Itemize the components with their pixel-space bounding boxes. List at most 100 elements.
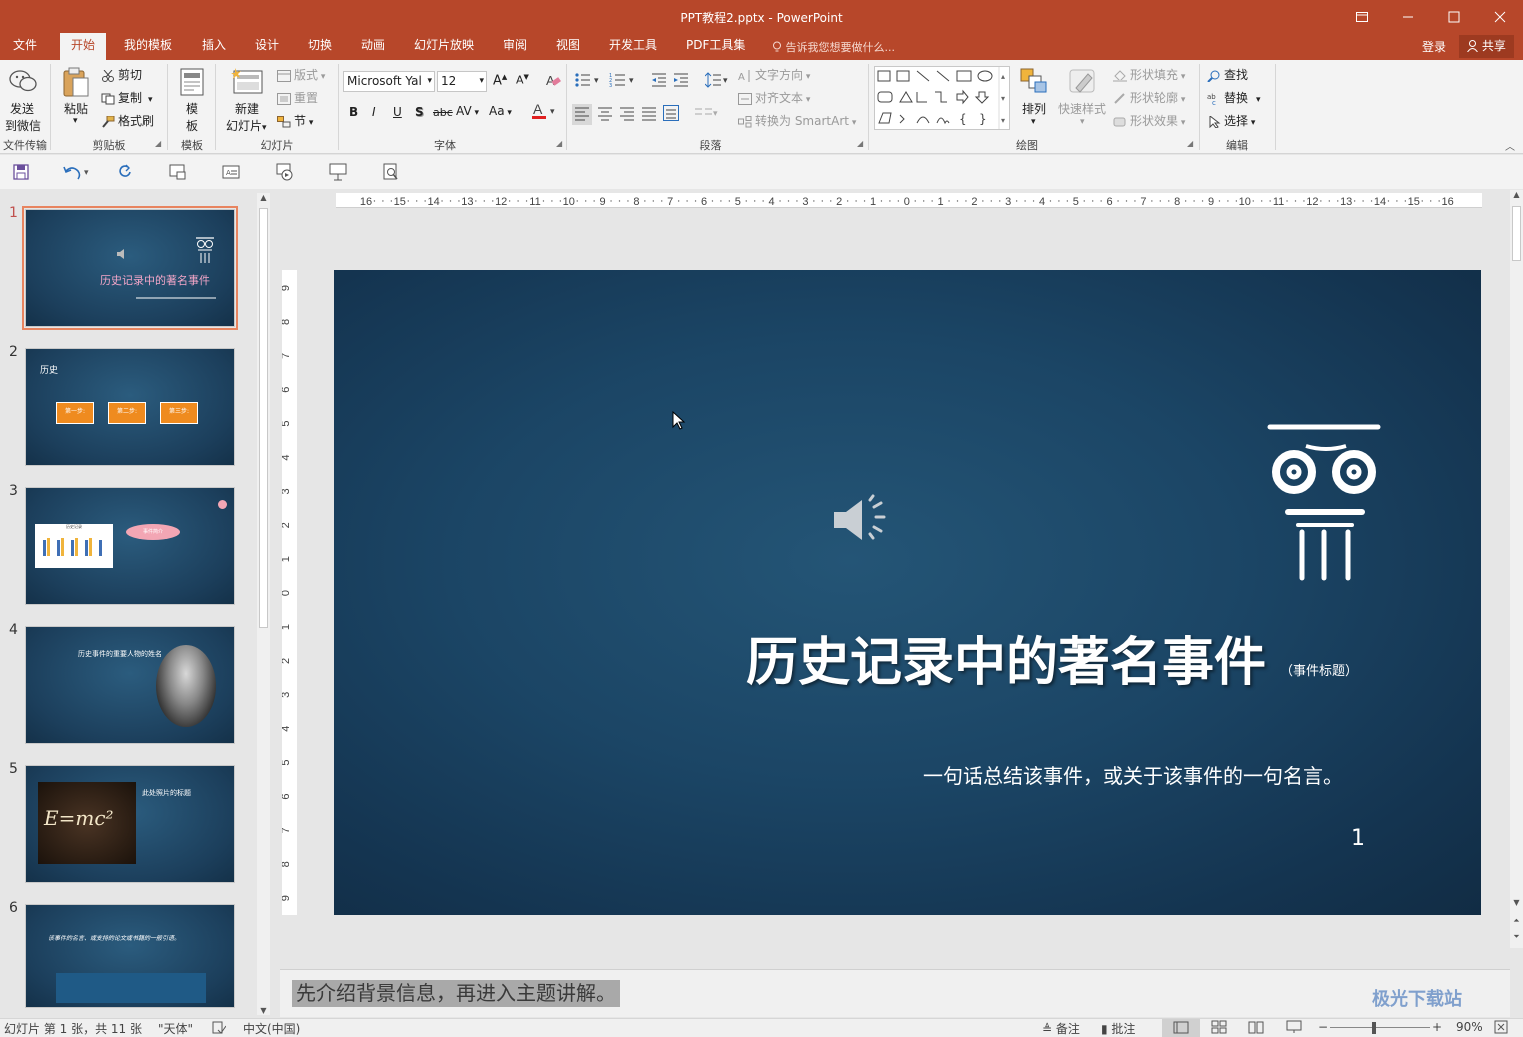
align-left-icon[interactable] xyxy=(572,104,592,125)
print-preview-icon[interactable] xyxy=(382,163,400,181)
slide-sorter-icon[interactable] xyxy=(1211,1020,1227,1037)
font-color-icon[interactable]: A ▾ xyxy=(531,101,559,123)
send-to-wechat-button[interactable]: 发送 到微信 xyxy=(5,100,41,134)
character-spacing-icon[interactable]: AV ▾ xyxy=(456,104,479,118)
text-box-icon[interactable]: A xyxy=(222,163,240,181)
zoom-slider[interactable] xyxy=(1330,1027,1430,1028)
zoom-out-icon[interactable]: − xyxy=(1318,1020,1328,1034)
underline-icon[interactable]: U xyxy=(393,105,402,119)
cut-button[interactable]: 剪切 xyxy=(101,66,142,83)
scroll-up-icon[interactable]: ▲ xyxy=(257,193,270,202)
format-painter-button[interactable]: 格式刷 xyxy=(101,112,154,129)
ribbon-display-options-icon[interactable] xyxy=(1339,0,1385,33)
notes-text[interactable]: 先介绍背景信息，再进入主题讲解。 xyxy=(292,980,620,1007)
tab-developer[interactable]: 开发工具 xyxy=(598,33,668,60)
fit-to-window-icon[interactable] xyxy=(1494,1020,1508,1037)
copy-button[interactable]: 复制 ▾ xyxy=(101,89,153,106)
decrease-indent-icon[interactable] xyxy=(651,72,667,91)
slide-canvas[interactable]: 历史记录中的著名事件 （事件标题） 一句话总结该事件，或关于该事件的一句名言。 … xyxy=(334,270,1481,915)
increase-font-size-icon[interactable]: A▲ xyxy=(493,73,507,88)
paste-dropdown-icon[interactable]: ▾ xyxy=(73,116,78,126)
select-button[interactable]: 选择 ▾ xyxy=(1207,112,1255,129)
increase-indent-icon[interactable] xyxy=(673,72,689,91)
replace-button[interactable]: ab c 替换 ▾ xyxy=(1207,89,1261,107)
scroll-down-icon[interactable]: ▼ xyxy=(257,1006,270,1015)
reset-button[interactable]: 重置 xyxy=(277,89,318,106)
slide-thumbnail-1[interactable]: 历史记录中的著名事件 xyxy=(22,206,238,330)
slide-title-note[interactable]: （事件标题） xyxy=(1280,660,1358,679)
tab-home[interactable]: 开始 xyxy=(60,33,107,60)
comments-button[interactable]: ▮ 批注 xyxy=(1101,1020,1135,1037)
minimize-icon[interactable] xyxy=(1385,0,1431,33)
undo-icon[interactable]: ▾ xyxy=(62,163,94,181)
align-text-button[interactable]: 对齐文本 ▾ xyxy=(738,89,810,106)
font-launcher-icon[interactable]: ◢ xyxy=(556,139,562,148)
slide-title[interactable]: 历史记录中的著名事件 xyxy=(746,620,1266,695)
font-name-dropdown-icon[interactable]: ▾ xyxy=(427,72,432,91)
template-icon[interactable] xyxy=(180,68,204,99)
tab-review[interactable]: 审阅 xyxy=(492,33,538,60)
bold-icon[interactable]: B xyxy=(349,105,358,119)
notes-pane[interactable]: 先介绍背景信息，再进入主题讲解。 xyxy=(280,969,1510,1017)
tab-view[interactable]: 视图 xyxy=(545,33,591,60)
font-name-select[interactable]: Microsoft Yal ▾ xyxy=(343,71,435,92)
normal-view-button[interactable] xyxy=(1162,1019,1200,1037)
new-slide-icon[interactable] xyxy=(231,66,265,99)
login-link[interactable]: 登录 xyxy=(1422,38,1446,55)
zoom-level[interactable]: 90% xyxy=(1456,1020,1483,1034)
clear-formatting-icon[interactable]: A xyxy=(545,72,561,91)
slide-subtitle[interactable]: 一句话总结该事件，或关于该事件的一句名言。 xyxy=(923,760,1343,789)
decrease-font-size-icon[interactable]: A▼ xyxy=(516,73,529,87)
tab-slideshow[interactable]: 幻灯片放映 xyxy=(403,33,485,60)
paragraph-launcher-icon[interactable]: ◢ xyxy=(857,139,863,148)
zoom-in-icon[interactable]: + xyxy=(1432,1020,1442,1034)
line-spacing-icon[interactable]: ▾ xyxy=(704,72,731,91)
shapes-gallery[interactable]: {} ▴ ▾ ▾ xyxy=(874,66,1010,130)
strikethrough-icon[interactable]: abc xyxy=(433,106,453,119)
tab-animations[interactable]: 动画 xyxy=(350,33,396,60)
tell-me-search[interactable]: 告诉我您想要做什么... xyxy=(772,39,895,55)
text-shadow-icon[interactable]: S xyxy=(415,105,424,119)
prev-slide-icon[interactable]: ⏶ xyxy=(1510,916,1523,926)
layout-button[interactable]: 版式 ▾ xyxy=(277,66,325,83)
align-right-icon[interactable] xyxy=(619,105,635,124)
slide-scroll-up-icon[interactable]: ▲ xyxy=(1510,190,1523,199)
font-size-select[interactable]: 12 ▾ xyxy=(437,71,487,92)
find-button[interactable]: 查找 xyxy=(1207,66,1248,83)
shape-outline-button[interactable]: 形状轮廓 ▾ xyxy=(1113,89,1185,106)
convert-smartart-button[interactable]: 转换为 SmartArt ▾ xyxy=(738,112,856,129)
spellcheck-icon[interactable] xyxy=(212,1020,227,1037)
quick-styles-icon[interactable] xyxy=(1068,68,1098,99)
thumbnail-scrollbar[interactable]: ▲ ▼ xyxy=(257,193,270,1015)
from-beginning-icon[interactable] xyxy=(169,163,187,181)
maximize-icon[interactable] xyxy=(1431,0,1477,33)
bullets-icon[interactable]: ▾ xyxy=(574,72,602,91)
notes-button[interactable]: ≜ 备注 xyxy=(1042,1020,1080,1037)
clipboard-launcher-icon[interactable]: ◢ xyxy=(155,139,161,148)
align-center-icon[interactable] xyxy=(597,105,613,124)
italic-icon[interactable]: I xyxy=(372,105,376,119)
presenter-icon[interactable] xyxy=(329,163,347,181)
arrange-button[interactable]: 排列 ▾ xyxy=(1022,100,1046,127)
section-button[interactable]: 节 ▾ xyxy=(277,112,313,129)
speaker-icon[interactable] xyxy=(832,490,892,553)
quick-styles-button[interactable]: 快速样式 ▾ xyxy=(1058,100,1106,127)
zoom-slider-thumb[interactable] xyxy=(1372,1022,1376,1034)
copy-dropdown-icon[interactable]: ▾ xyxy=(148,95,153,105)
slide-thumbnail-5[interactable]: E=mc² 此处照片的标题 xyxy=(25,765,235,883)
tab-transitions[interactable]: 切换 xyxy=(297,33,343,60)
tab-design[interactable]: 设计 xyxy=(244,33,290,60)
template-button[interactable]: 模 板 xyxy=(186,100,198,134)
slide-thumbnail-4[interactable]: 历史事件的重要人物的姓名 xyxy=(25,626,235,744)
share-button[interactable]: 共享 xyxy=(1459,35,1514,58)
slideshow-view-icon[interactable] xyxy=(1286,1020,1302,1037)
slide-scroll-down-icon[interactable]: ▼ xyxy=(1510,898,1523,907)
numbering-icon[interactable]: 1 2 3 ▾ xyxy=(609,72,637,91)
drawing-launcher-icon[interactable]: ◢ xyxy=(1187,139,1193,148)
tab-pdf-tools[interactable]: PDF工具集 xyxy=(675,33,756,60)
shape-fill-button[interactable]: 形状填充 ▾ xyxy=(1113,66,1185,83)
columns-icon[interactable]: ▾ xyxy=(694,105,720,124)
reading-view-icon[interactable] xyxy=(1248,1020,1264,1037)
tab-insert[interactable]: 插入 xyxy=(191,33,237,60)
tab-file[interactable]: 文件 xyxy=(2,33,48,60)
